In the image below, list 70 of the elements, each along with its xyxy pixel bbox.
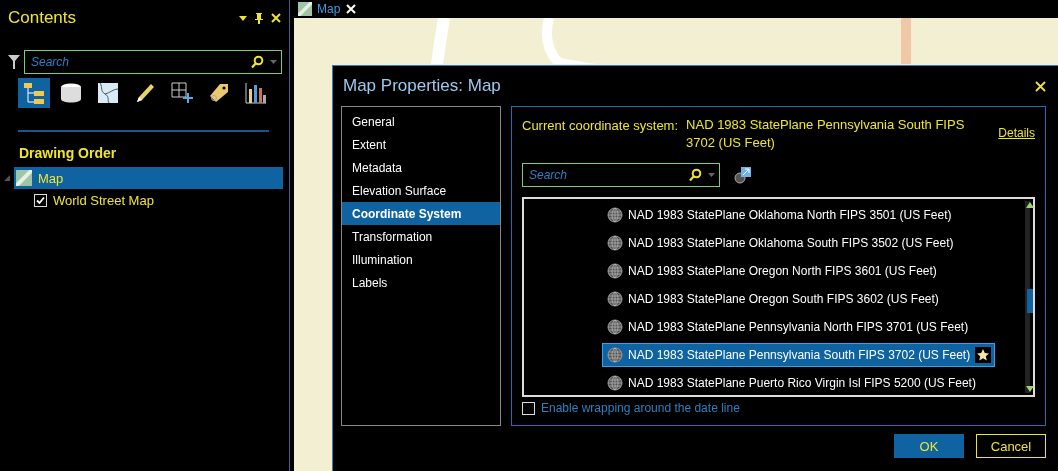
category-item[interactable]: Coordinate System xyxy=(342,202,500,225)
layers-order-button[interactable] xyxy=(18,78,50,108)
search-icon[interactable] xyxy=(250,55,264,69)
category-item[interactable]: Labels xyxy=(342,271,500,294)
grid-add-icon xyxy=(170,81,194,105)
tag-icon xyxy=(207,81,231,105)
coordinate-system-name: NAD 1983 StatePlane Oregon North FIPS 3601 (US Feet) xyxy=(628,264,938,278)
globe-arrow-icon[interactable] xyxy=(734,166,752,184)
tab-label: Map xyxy=(317,2,341,16)
favorite-button[interactable] xyxy=(975,347,992,363)
layers-order-icon xyxy=(22,81,46,105)
globe-icon xyxy=(607,347,623,363)
coordinate-system-name: NAD 1983 StatePlane Puerto Rico Virgin Isl FIPS 5200 (US Feet) xyxy=(628,376,977,390)
panel-title: Contents xyxy=(8,8,77,28)
map-tab[interactable]: Map xyxy=(298,0,347,18)
category-item[interactable]: Metadata xyxy=(342,156,500,179)
category-item[interactable]: Transformation xyxy=(342,225,500,248)
map-icon xyxy=(298,2,312,16)
ok-button[interactable]: OK xyxy=(894,434,964,458)
dropdown-arrow-icon[interactable] xyxy=(239,15,247,21)
search-field[interactable]: Search xyxy=(24,50,282,74)
current-system-label: Current coordinate system: xyxy=(522,118,679,135)
coordinate-system-item[interactable]: NAD 1983 StatePlane Oregon North FIPS 3601 (US Feet) xyxy=(602,259,996,283)
section-title: Drawing Order xyxy=(18,144,118,163)
checkbox-label: Enable wrapping around the date line xyxy=(541,401,740,415)
current-system-value: NAD 1983 StatePlane Pennsylvania South FIPS 3702 (US Feet) xyxy=(686,116,966,152)
caret-icon[interactable] xyxy=(270,60,277,64)
category-item[interactable]: Elevation Surface xyxy=(342,179,500,202)
category-item[interactable]: General xyxy=(342,110,500,133)
coordinate-system-name: NAD 1983 StatePlane Oklahoma North FIPS 3501 (US Feet) xyxy=(628,208,953,222)
database-icon xyxy=(59,81,83,105)
coordinate-system-name: NAD 1983 StatePlane Oregon South FIPS 3602 (US Feet) xyxy=(628,292,940,306)
close-icon[interactable] xyxy=(271,13,281,23)
globe-icon xyxy=(607,291,623,307)
coordinate-system-item[interactable]: NAD 1983 StatePlane Oklahoma South FIPS 3502 (US Feet) xyxy=(602,231,996,255)
category-item[interactable]: Illumination xyxy=(342,248,500,271)
coordinate-system-item[interactable]: NAD 1983 StatePlane Oregon South FIPS 3602 (US Feet) xyxy=(602,287,996,311)
globe-icon xyxy=(607,375,623,391)
cancel-button[interactable]: Cancel xyxy=(976,434,1046,458)
coordinate-system-item[interactable]: NAD 1983 StatePlane Puerto Rico Virgin Isl FIPS 5200 (US Feet) xyxy=(602,371,996,395)
layer-label: Map xyxy=(38,170,64,186)
map-icon xyxy=(16,170,32,186)
coordinate-system-item[interactable]: NAD 1983 StatePlane Oklahoma North FIPS 3501 (US Feet) xyxy=(602,203,996,227)
caret-icon[interactable] xyxy=(708,173,715,177)
coordinate-system-name: NAD 1983 StatePlane Pennsylvania North FIPS 3701 (US Feet) xyxy=(628,320,970,334)
search-field[interactable]: Search xyxy=(522,163,720,187)
pin-icon[interactable] xyxy=(255,12,263,24)
checkbox[interactable] xyxy=(34,193,47,207)
bar-chart-icon xyxy=(244,81,268,105)
globe-icon xyxy=(607,263,623,279)
globe-icon xyxy=(607,207,623,223)
details-link[interactable]: Details xyxy=(998,126,1035,152)
map-sheet-icon xyxy=(96,81,120,105)
coordinate-system-name: NAD 1983 StatePlane Pennsylvania South FIPS 3702 (US Feet) xyxy=(628,348,971,362)
checkbox[interactable] xyxy=(522,401,535,415)
search-input[interactable]: Search xyxy=(29,54,244,70)
search-input[interactable]: Search xyxy=(527,167,682,183)
close-icon[interactable] xyxy=(1035,80,1046,92)
layer-item[interactable]: World Street Map xyxy=(30,189,283,211)
coordinate-system-item[interactable]: NAD 1983 StatePlane Pennsylvania South FIPS 3702 (US Feet) xyxy=(602,343,996,367)
coordinate-system-item[interactable]: NAD 1983 StatePlane Pennsylvania North FIPS 3701 (US Feet) xyxy=(602,315,996,339)
dialog-title: Map Properties: Map xyxy=(343,76,501,96)
category-item[interactable]: Extent xyxy=(342,133,500,156)
globe-icon xyxy=(607,319,623,335)
expand-arrow-icon[interactable] xyxy=(4,175,10,181)
layer-label: World Street Map xyxy=(53,192,154,208)
filter-icon[interactable] xyxy=(8,55,20,69)
search-icon[interactable] xyxy=(688,168,702,182)
globe-icon xyxy=(607,235,623,251)
coordinate-system-name: NAD 1983 StatePlane Oklahoma South FIPS 3502 (US Feet) xyxy=(628,236,955,250)
